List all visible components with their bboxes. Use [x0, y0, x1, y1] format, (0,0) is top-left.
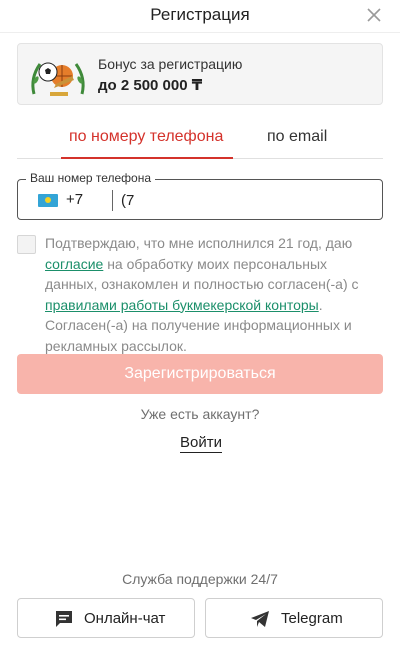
- header-divider: [0, 32, 400, 33]
- country-code[interactable]: +7: [66, 191, 83, 208]
- register-button[interactable]: Зарегистрироваться: [17, 354, 383, 394]
- close-icon[interactable]: [366, 7, 382, 23]
- agreement-text-part: Подтверждаю, что мне исполнился 21 год, …: [45, 235, 353, 251]
- have-account-text: Уже есть аккаунт?: [140, 406, 260, 422]
- chat-icon: [56, 611, 72, 627]
- online-chat-label: Онлайн-чат: [84, 610, 166, 627]
- agreement-checkbox[interactable]: [17, 235, 36, 254]
- support-title: Служба поддержки 24/7: [122, 571, 278, 587]
- page-title: Регистрация: [150, 5, 250, 24]
- active-tab-indicator: [61, 157, 233, 159]
- bonus-title: Бонус за регистрацию: [98, 56, 243, 72]
- tab-email[interactable]: по email: [267, 128, 327, 146]
- kazakhstan-flag-icon[interactable]: [38, 194, 58, 207]
- phone-label: Ваш номер телефона: [26, 171, 156, 185]
- telegram-button[interactable]: Telegram: [205, 598, 383, 638]
- consent-link[interactable]: согласие: [45, 256, 103, 272]
- agreement-text: Подтверждаю, что мне исполнился 21 год, …: [45, 233, 383, 356]
- telegram-label: Telegram: [281, 610, 343, 627]
- phone-separator: [112, 190, 113, 211]
- telegram-icon: [251, 611, 269, 627]
- online-chat-button[interactable]: Онлайн-чат: [17, 598, 195, 638]
- tab-phone[interactable]: по номеру телефона: [69, 128, 223, 146]
- phone-input[interactable]: [121, 188, 361, 212]
- header: Регистрация: [0, 0, 400, 32]
- bonus-amount: до 2 500 000 ₸: [98, 77, 203, 94]
- rules-link[interactable]: правилами работы букмекерской конторы: [45, 297, 319, 313]
- login-link[interactable]: Войти: [180, 434, 222, 453]
- bonus-banner: Бонус за регистрацию до 2 500 000 ₸: [17, 43, 383, 105]
- phone-field: Ваш номер телефона +7: [17, 171, 383, 220]
- trophy-icon: [31, 62, 85, 96]
- registration-tabs: по номеру телефона по email: [17, 120, 383, 159]
